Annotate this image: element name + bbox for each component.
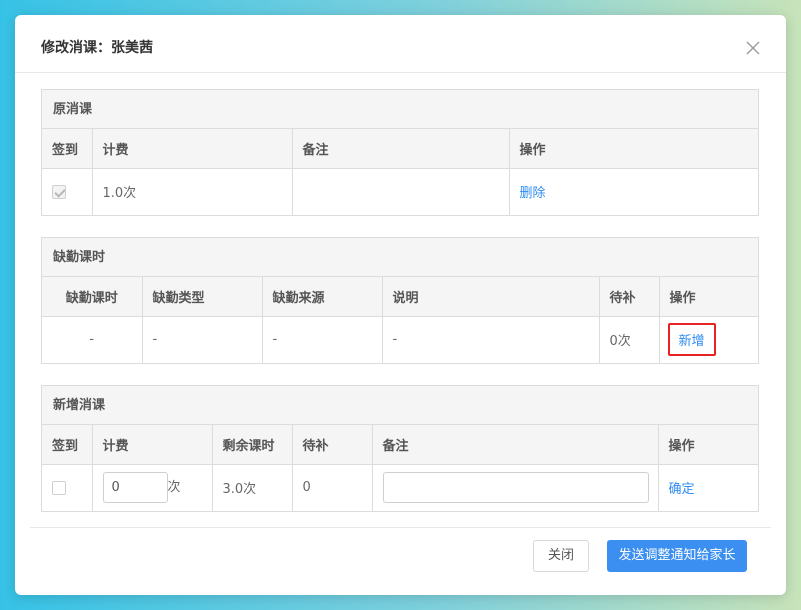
dialog-title: 修改消课：张美茜: [41, 40, 153, 56]
add-absence-link[interactable]: 新增: [667, 323, 716, 357]
column-header: 缺勤课时: [42, 277, 143, 317]
send-notification-button[interactable]: 发送调整通知给家长: [607, 540, 747, 572]
close-icon[interactable]: [746, 41, 760, 55]
action-cell: 删除: [509, 168, 758, 215]
action-cell: 确定: [658, 464, 758, 511]
confirm-link[interactable]: 确定: [669, 482, 695, 497]
column-header: 缺勤来源: [262, 277, 383, 317]
table-header-row: 签到 计费 剩余课时 待补 备注 操作: [42, 425, 758, 465]
remark-cell: [292, 168, 510, 215]
pending-cell: 0: [292, 464, 373, 511]
absence-source-cell: -: [262, 316, 383, 363]
table-header-row: 签到 计费 备注 操作: [42, 129, 758, 169]
action-cell: 新增: [659, 316, 758, 363]
column-header: 操作: [509, 129, 758, 169]
absence-hours-cell: -: [42, 316, 143, 363]
column-header: 待补: [292, 425, 373, 465]
delete-link[interactable]: 删除: [520, 186, 546, 201]
signed-cell: [42, 168, 93, 215]
new-lesson-panel: 新增消课 签到 计费 剩余课时 待补 备注 操作 次 3.0次 0: [41, 385, 759, 512]
table-row: - - - - 0次 新增: [42, 316, 758, 363]
pending-cell: 0次: [599, 316, 660, 363]
dialog-header: 修改消课：张美茜: [15, 15, 786, 73]
remark-input[interactable]: [382, 472, 649, 504]
signed-cell: [42, 464, 93, 511]
absence-type-cell: -: [142, 316, 263, 363]
column-header: 待补: [599, 277, 660, 317]
signed-checkbox[interactable]: [52, 480, 66, 495]
fee-cell: 次: [92, 464, 213, 511]
fee-unit: 次: [167, 480, 181, 496]
column-header: 计费: [92, 425, 213, 465]
table-row: 次 3.0次 0 确定: [42, 464, 758, 511]
column-header: 签到: [42, 425, 93, 465]
original-lesson-table: 签到 计费 备注 操作 1.0次 删除: [42, 129, 758, 215]
column-header: 备注: [372, 425, 659, 465]
column-header: 签到: [42, 129, 93, 169]
original-lesson-panel: 原消课 签到 计费 备注 操作 1.0次 删除: [41, 89, 759, 216]
column-header: 操作: [658, 425, 758, 465]
close-button[interactable]: 关闭: [533, 540, 589, 572]
column-header: 缺勤类型: [142, 277, 263, 317]
absence-note-cell: -: [382, 316, 600, 363]
dialog-footer-divider: [30, 527, 771, 528]
column-header: 计费: [92, 129, 293, 169]
column-header: 操作: [659, 277, 758, 317]
column-header: 剩余课时: [212, 425, 293, 465]
absence-panel: 缺勤课时 缺勤课时 缺勤类型 缺勤来源 说明 待补 操作 - - - - 0次 …: [41, 237, 759, 364]
panel-title: 原消课: [42, 90, 758, 129]
remaining-cell: 3.0次: [212, 464, 293, 511]
absence-table: 缺勤课时 缺勤类型 缺勤来源 说明 待补 操作 - - - - 0次 新增: [42, 277, 758, 363]
fee-cell: 1.0次: [92, 168, 293, 215]
column-header: 备注: [292, 129, 510, 169]
panel-title: 新增消课: [42, 386, 758, 425]
edit-lesson-dialog: 修改消课：张美茜 原消课 签到 计费 备注 操作 1.0次 删除 缺勤课时 缺勤…: [15, 15, 786, 595]
fee-input[interactable]: [102, 472, 168, 504]
new-lesson-table: 签到 计费 剩余课时 待补 备注 操作 次 3.0次 0 确定: [42, 425, 758, 511]
signed-checkbox[interactable]: [52, 184, 66, 199]
table-header-row: 缺勤课时 缺勤类型 缺勤来源 说明 待补 操作: [42, 277, 758, 317]
table-row: 1.0次 删除: [42, 168, 758, 215]
remark-cell: [372, 464, 659, 511]
column-header: 说明: [382, 277, 600, 317]
panel-title: 缺勤课时: [42, 238, 758, 277]
